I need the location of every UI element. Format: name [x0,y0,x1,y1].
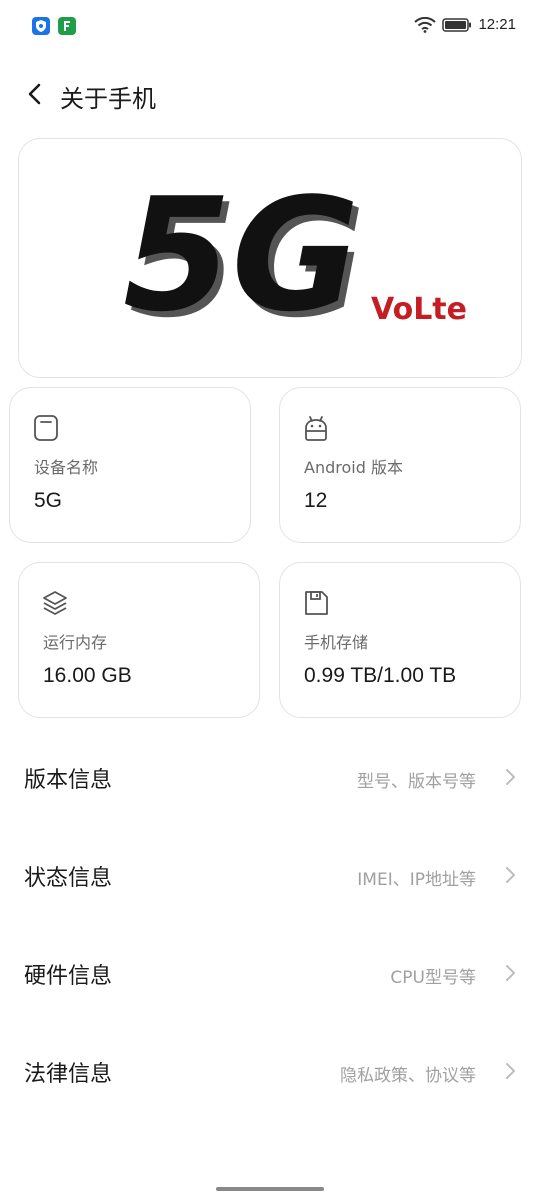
system-icons: 12:21 [414,16,516,33]
list-item-subtitle: IMEI、IP地址等 [357,870,476,890]
status-bar: 12:21 [0,0,540,56]
android-version-label: Android 版本 [304,458,403,477]
volte-logo-text: VoLte [371,292,467,327]
storage-value: 0.99 TB/1.00 TB [304,664,457,687]
list-item-title: 状态信息 [24,866,113,891]
chevron-right-icon [506,1063,515,1079]
chevron-right-icon [506,867,515,883]
android-version-value: 12 [304,489,328,512]
storage-label: 手机存储 [304,633,369,652]
hero-banner-card: 5G 5G VoLte [18,138,522,378]
chevron-left-icon [28,83,41,105]
5g-logo-text: 5G [123,167,359,337]
back-button[interactable] [20,78,52,110]
list-item-subtitle: CPU型号等 [390,968,476,988]
layers-icon [43,591,67,615]
ram-value: 16.00 GB [43,664,132,687]
volte-logo: VoLte [371,292,467,327]
list-item-status-info[interactable]: 状态信息 IMEI、IP地址等 [0,826,540,924]
green-app-icon [58,17,76,35]
list-item-subtitle: 型号、版本号等 [357,772,476,792]
battery-icon [442,17,472,32]
home-indicator[interactable] [216,1187,324,1191]
list-item-subtitle: 隐私政策、协议等 [340,1066,476,1086]
list-item-title: 法律信息 [24,1062,113,1087]
list-item-legal-info[interactable]: 法律信息 隐私政策、协议等 [0,1022,540,1120]
device-name-card[interactable]: 设备名称 5G [9,387,251,543]
shield-app-icon [32,17,50,35]
notification-icons [32,17,76,35]
android-version-card[interactable]: Android 版本 12 [279,387,521,543]
list-item-title: 版本信息 [24,768,113,793]
device-name-value: 5G [34,489,63,512]
list-item-version-info[interactable]: 版本信息 型号、版本号等 [0,728,540,826]
list-item-title: 硬件信息 [24,964,113,989]
chevron-right-icon [506,965,515,981]
wifi-icon [414,16,437,33]
clock: 12:21 [478,16,516,33]
page-title: 关于手机 [60,85,156,113]
5g-logo: 5G 5G [123,167,359,337]
square-icon [34,415,58,441]
device-name-label: 设备名称 [34,458,99,477]
chevron-right-icon [506,769,515,785]
sd-card-icon [305,591,328,615]
about-phone-screen: 12:21 关于手机 5G 5G VoLte 设备名称 5G Android 版… [0,0,540,1200]
ram-card[interactable]: 运行内存 16.00 GB [18,562,260,718]
storage-card[interactable]: 手机存储 0.99 TB/1.00 TB [279,562,521,718]
list-item-hardware-info[interactable]: 硬件信息 CPU型号等 [0,924,540,1022]
ram-label: 运行内存 [43,633,108,652]
android-icon [305,416,327,441]
header: 关于手机 [0,66,540,122]
